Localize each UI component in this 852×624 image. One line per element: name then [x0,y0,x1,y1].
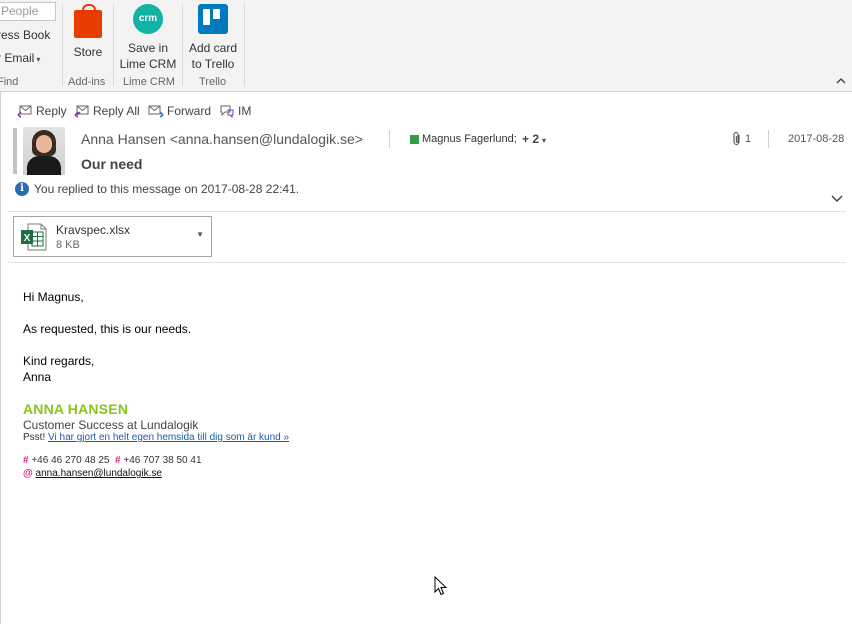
body-line: As requested, this is our needs. [23,322,192,336]
attachment-count: 1 [745,133,752,145]
reply-icon [17,105,32,118]
attachment-size: 8 KB [56,239,80,251]
signature-promo-prefix: Psst! [23,432,46,443]
reply-button[interactable]: Reply [17,104,67,118]
reply-label: Reply [36,104,67,118]
save-crm-label-line2: Lime CRM [119,57,177,71]
attachment-dropdown-icon[interactable]: ▼ [196,230,204,239]
more-recipients-button[interactable]: + 2 ▾ [522,132,546,146]
ribbon-separator [244,4,245,86]
im-button[interactable]: IM [219,104,251,118]
ribbon-separator [113,4,114,86]
message-date: 2017-08-28 [788,133,845,145]
signature-phone-1[interactable]: +46 46 270 48 25 [31,455,109,466]
signature-phone-2[interactable]: +46 707 38 50 41 [123,455,201,466]
forward-icon [148,105,164,118]
trello-group-label: Trello [199,76,227,88]
recipient-name[interactable]: Magnus Fagerlund; [422,133,517,145]
im-label: IM [238,104,252,118]
signature-name: ANNA HANSEN [23,401,129,417]
unread-indicator-bar [13,128,17,174]
more-recipients-label: + 2 [522,132,540,146]
signature-email-row: @ anna.hansen@lundalogik.se [23,468,162,479]
phone-hash-icon: # [115,455,121,466]
phone-hash-icon: # [23,455,29,466]
store-bag-icon [74,4,102,38]
excel-file-icon: X [21,223,47,251]
signature-phones: # +46 46 270 48 25 # +46 707 38 50 41 [23,455,202,466]
save-in-lime-crm-button[interactable]: crm Save in Lime CRM [118,4,178,72]
reply-all-icon [74,105,89,118]
signature-promo-link[interactable]: Vi har gjort en helt egen hemsida till d… [48,432,289,443]
reply-all-button[interactable]: Reply All [74,104,140,118]
mouse-cursor-icon [434,576,448,596]
attachment-name: Kravspec.xlsx [56,223,131,237]
reply-info-text: You replied to this message on 2017-08-2… [34,182,300,196]
store-button[interactable]: Store [68,4,108,60]
collapse-ribbon-icon[interactable] [836,75,846,87]
info-icon: i [15,182,29,196]
instant-message-icon [220,105,234,118]
filter-email-button[interactable]: r Email ▾ [0,51,40,65]
store-label: Store [73,45,103,59]
trello-icon [198,4,228,34]
search-people-input[interactable]: People [0,2,56,21]
find-group: People ress Book r Email ▾ Find [0,0,62,91]
header-divider [8,211,846,212]
at-sign-icon: @ [23,468,33,479]
sender-address[interactable]: Anna Hansen <anna.hansen@lundalogik.se> [81,131,363,147]
forward-label: Forward [167,104,212,118]
presence-status-icon [410,135,419,144]
addins-group-label: Add-ins [68,76,106,88]
forward-button[interactable]: Forward [148,104,211,118]
sender-avatar[interactable] [23,127,65,175]
message-subject: Our need [81,156,143,172]
trello-label-line2: to Trello [191,57,235,71]
lime-crm-icon: crm [133,4,163,34]
ribbon: People ress Book r Email ▾ Find Store Add… [0,0,852,92]
chevron-down-icon: ▾ [542,136,547,145]
reading-pane-border [0,92,1,624]
body-closing: Kind regards, [23,354,95,368]
excel-icon-letter: X [24,233,31,244]
signature-email-link[interactable]: anna.hansen@lundalogik.se [36,468,162,479]
attachment-card[interactable]: X Kravspec.xlsx 8 KB ▼ [13,216,212,257]
attachment-divider [8,262,846,263]
save-crm-label-line1: Save in [127,41,169,55]
ribbon-separator [182,4,183,86]
signature-role: Customer Success at Lundalogik [23,418,199,432]
reply-info-bar[interactable]: i You replied to this message on 2017-08… [15,182,299,196]
body-sender-name: Anna [23,370,52,384]
body-greeting: Hi Magnus, [23,290,84,304]
add-card-to-trello-button[interactable]: Add card to Trello [186,4,240,72]
ribbon-separator [62,4,63,86]
expand-header-icon[interactable] [831,190,843,208]
signature-promo: Psst! Vi har gjort en helt egen hemsida … [23,432,289,443]
address-book-button[interactable]: ress Book [0,28,50,42]
header-separator [389,130,390,148]
paperclip-icon [731,131,743,152]
reply-all-label: Reply All [93,104,140,118]
chevron-down-icon: ▾ [36,55,41,64]
lime-crm-group-label: Lime CRM [123,76,175,88]
find-group-label: Find [0,76,19,88]
trello-label-line1: Add card [188,41,238,55]
filter-email-label: r Email [0,51,35,65]
header-separator [768,130,769,148]
